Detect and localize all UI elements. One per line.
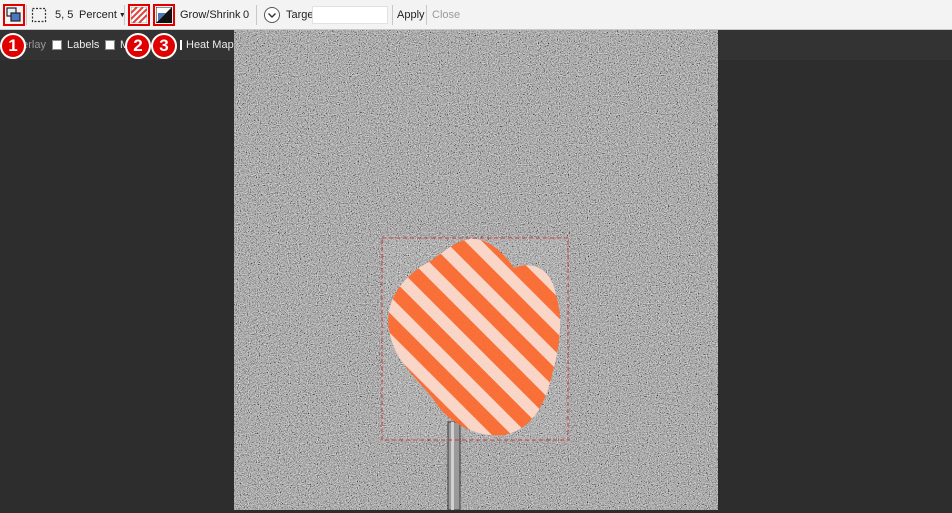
apply-button[interactable]: Apply [397,0,425,30]
labels-checkbox[interactable]: Labels [52,30,99,60]
unit-dropdown[interactable]: Percent ▼ [79,0,126,30]
dashed-selection-icon [31,7,47,23]
chevron-down-circle-icon [264,7,280,23]
textured-surface-image [234,30,718,511]
grow-shrink-value[interactable]: 0 [243,0,249,30]
checkbox-edge [180,40,182,50]
callout-badge-3: 3 [151,33,177,59]
unit-label: Percent [79,9,117,21]
target-expand-button[interactable] [263,6,281,24]
selection-tool-button[interactable] [28,4,50,26]
grow-shrink-label: Grow/Shrink [180,9,241,21]
callout-badge-1: 1 [0,33,26,59]
region-tool-icon [6,7,21,22]
contrast-toggle-button[interactable] [153,4,175,26]
heat-map-label: Heat Map [186,39,234,51]
hatch-fill-button[interactable] [128,4,150,26]
toolbar-divider [426,5,427,25]
checkbox-icon [105,40,115,50]
size-value[interactable]: 5, 5 [55,0,73,30]
close-button[interactable]: Close [432,0,460,30]
toolbar-divider [256,5,257,25]
contrast-toggle-icon [156,7,172,23]
callout-badge-2: 2 [125,33,151,59]
toolbar: 5, 5 Percent ▼ Grow/Shrink 0 Target : Ap… [0,0,952,30]
checkbox-icon [52,40,62,50]
target-input[interactable] [312,6,388,24]
toolbar-divider [392,5,393,25]
heat-map-checkbox[interactable]: Heat Map [180,30,234,60]
toolbar-divider [26,5,27,25]
region-tool-button[interactable] [3,4,25,26]
hatch-fill-icon [131,7,147,23]
labels-label: Labels [67,39,100,51]
image-canvas[interactable] [234,30,718,511]
toolbar-divider [124,5,125,25]
